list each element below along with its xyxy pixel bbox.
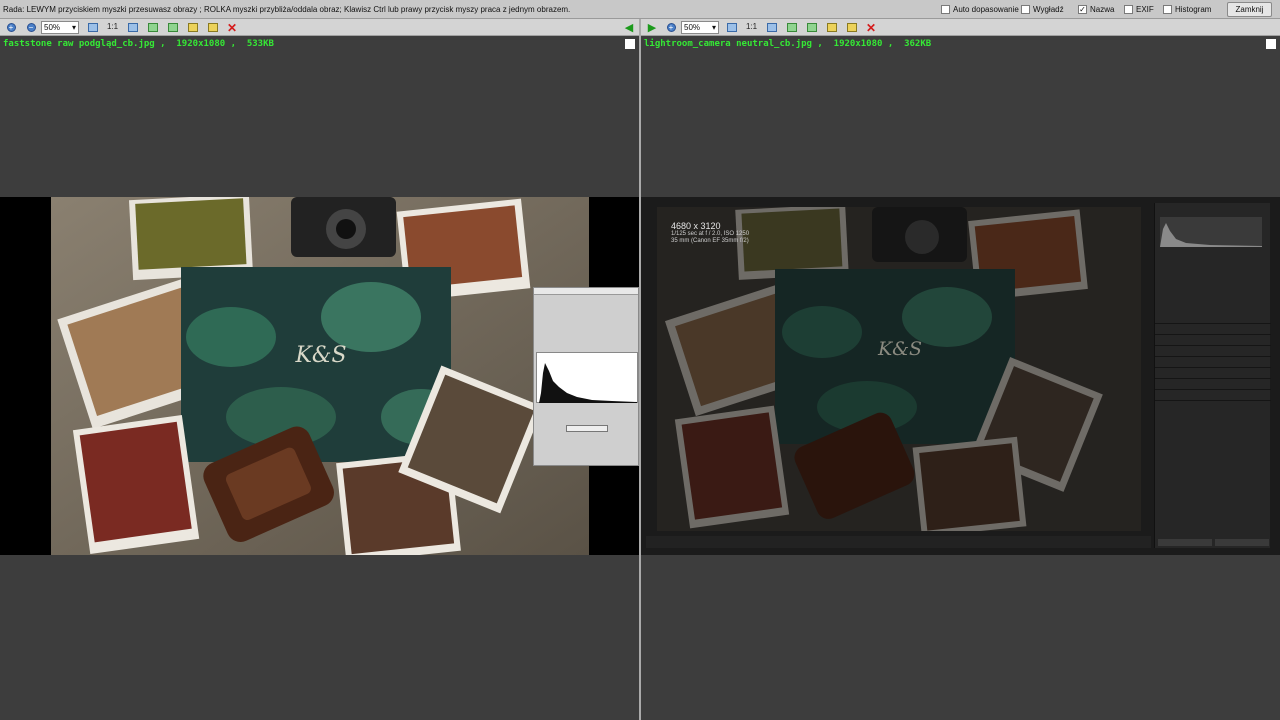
arrow-left-icon[interactable]: ◀ — [622, 21, 636, 34]
lr-previous-button[interactable] — [1158, 539, 1212, 546]
close-image-icon[interactable]: ✕ — [225, 21, 239, 35]
right-zoom-select[interactable]: 50% — [681, 21, 719, 34]
fit-screen-icon[interactable] — [765, 21, 779, 34]
open-file-icon[interactable] — [825, 21, 839, 34]
rotate-right-icon[interactable] — [166, 21, 180, 34]
auto-fit-option[interactable]: Auto dopasowanie — [941, 5, 1019, 14]
lr-section-header[interactable] — [1155, 378, 1271, 388]
lr-section-header[interactable] — [1155, 345, 1271, 355]
fit-screen-icon[interactable] — [126, 21, 140, 34]
lr-histogram-graph — [1160, 223, 1262, 247]
exif-option[interactable]: EXIF — [1124, 5, 1154, 14]
left-image-panel[interactable]: faststone raw podgląd_cb.jpg , 1920x1080… — [0, 36, 639, 720]
exif-checkbox[interactable] — [1124, 5, 1133, 14]
dialog-histogram — [536, 352, 638, 403]
lr-section-header[interactable] — [1155, 323, 1271, 333]
smooth-checkbox[interactable] — [1021, 5, 1030, 14]
histogram-graph — [539, 363, 637, 403]
lightroom-info-overlay: 4680 x 3120 1/125 sec at f / 2.0, ISO 12… — [671, 221, 749, 245]
histogram-option[interactable]: Histogram — [1163, 5, 1211, 14]
dialog-title-bar — [534, 288, 638, 295]
lr-histogram — [1160, 217, 1262, 247]
left-panel-square[interactable] — [625, 39, 635, 49]
dialog-ok-button[interactable] — [566, 425, 608, 432]
left-image[interactable]: K&S — [0, 197, 639, 555]
lightroom-preview: K&S 4680 x 3120 1/125 sec at f / 2.0, IS… — [657, 207, 1141, 531]
zoom-in-icon[interactable]: + — [664, 21, 678, 34]
lr-section-header[interactable] — [1155, 334, 1271, 344]
lr-reset-button[interactable] — [1215, 539, 1269, 546]
auto-fit-label: Auto dopasowanie — [953, 5, 1019, 14]
zoom-in-icon[interactable]: + — [4, 21, 18, 34]
open-file-icon[interactable] — [186, 21, 200, 34]
hint-text: Rada: LEWYM przyciskiem myszki przesuwas… — [3, 5, 571, 14]
left-filename: faststone raw podgląd_cb.jpg , 1920x1080… — [3, 39, 274, 49]
name-checkbox[interactable]: ✓ — [1078, 5, 1087, 14]
left-photo-content: K&S — [51, 197, 589, 555]
right-panel-square[interactable] — [1266, 39, 1276, 49]
lr-section-header[interactable] — [1155, 389, 1271, 399]
rotate-right-icon[interactable] — [805, 21, 819, 34]
right-filename: lightroom_camera neutral_cb.jpg , 1920x1… — [644, 39, 932, 49]
left-photo-illustration: K&S — [51, 197, 589, 555]
svg-text:K&S: K&S — [877, 338, 922, 360]
right-image-panel[interactable]: lightroom_camera neutral_cb.jpg , 1920x1… — [641, 36, 1280, 720]
close-button[interactable]: Zamknij — [1227, 2, 1272, 17]
left-actual-size-button[interactable]: 1:1 — [107, 22, 118, 31]
image-properties-dialog — [533, 287, 639, 466]
auto-fit-checkbox[interactable] — [941, 5, 950, 14]
lr-lens: 35 mm (Canon EF 35mm f/2) — [671, 238, 749, 245]
right-actual-size-button[interactable]: 1:1 — [746, 22, 757, 31]
lightroom-develop-panel — [1154, 203, 1271, 548]
name-label: Nazwa — [1090, 5, 1115, 14]
zoom-out-icon[interactable]: − — [24, 21, 38, 34]
right-photo-illustration: K&S — [657, 207, 1141, 531]
histogram-checkbox[interactable] — [1163, 5, 1172, 14]
fit-window-icon[interactable] — [86, 21, 100, 34]
hint-bar: Rada: LEWYM przyciskiem myszki przesuwas… — [0, 0, 1280, 19]
close-image-icon[interactable]: ✕ — [864, 21, 878, 35]
left-zoom-select[interactable]: 50% — [41, 21, 79, 34]
right-image[interactable]: K&S 4680 x 3120 1/125 sec at f / 2.0, IS… — [641, 197, 1280, 555]
lr-section-header[interactable] — [1155, 367, 1271, 377]
rotate-left-icon[interactable] — [785, 21, 799, 34]
lr-exposure: 1/125 sec at f / 2.0, ISO 1250 — [671, 231, 750, 238]
smooth-option[interactable]: Wygładź — [1021, 5, 1064, 14]
smooth-label: Wygładź — [1033, 5, 1064, 14]
lr-section-header[interactable] — [1155, 400, 1271, 410]
name-option[interactable]: ✓ Nazwa — [1078, 5, 1114, 14]
rotate-left-icon[interactable] — [146, 21, 160, 34]
save-file-icon[interactable] — [206, 21, 220, 34]
right-toolbar: ▶ + − 50% 1:1 ✕ — [641, 19, 1280, 36]
lr-dimensions: 4680 x 3120 — [671, 221, 721, 231]
fit-window-icon[interactable] — [725, 21, 739, 34]
left-toolbar: + − 50% 1:1 ✕ ◀ — [0, 19, 639, 36]
lightroom-toolbar — [646, 536, 1151, 548]
save-file-icon[interactable] — [845, 21, 859, 34]
svg-text:K&S: K&S — [294, 343, 346, 368]
lr-section-header[interactable] — [1155, 356, 1271, 366]
histogram-label: Histogram — [1175, 5, 1212, 14]
arrow-right-icon[interactable]: ▶ — [645, 21, 659, 34]
exif-label: EXIF — [1136, 5, 1154, 14]
